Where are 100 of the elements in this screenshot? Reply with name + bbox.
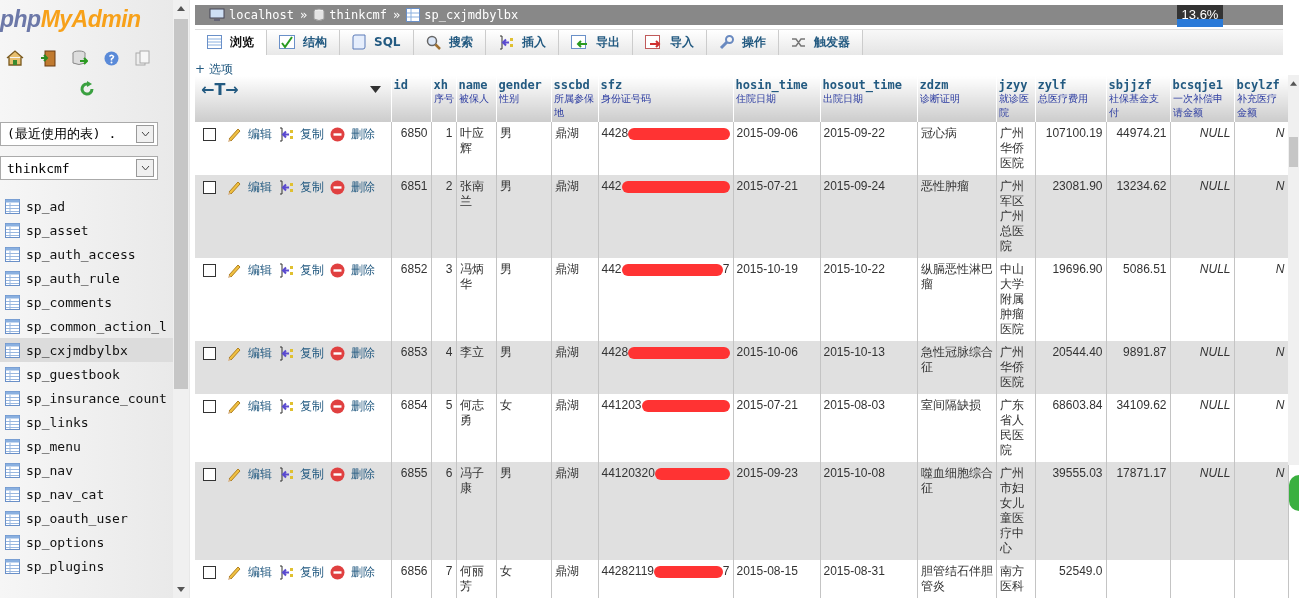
delete-link[interactable]: 删除 [351,345,375,361]
delete-link[interactable]: 删除 [351,564,375,580]
column-header[interactable]: sscbd 所属参保地 [551,76,598,122]
copy-link[interactable]: 复制 [300,466,324,482]
home-icon[interactable] [6,50,24,66]
edit-link[interactable]: 编辑 [248,179,272,195]
tab[interactable]: 导出 [558,29,633,55]
tab[interactable]: 搜索 [413,29,486,55]
row-checkbox[interactable] [203,263,216,277]
table-list-item[interactable]: sp_links [0,410,173,434]
column-header[interactable]: sfz 身份证号码 [598,76,733,122]
scroll-up-icon[interactable] [1290,81,1297,86]
table-cell: 室间隔缺损 [920,398,981,412]
copy-link[interactable]: 复制 [300,398,324,414]
table-cell: 张南兰 [459,179,484,208]
column-header[interactable]: xh 序号 [431,76,456,122]
page-scrollbar[interactable] [1288,75,1299,465]
chevron-down-icon [140,165,150,171]
edit-link[interactable]: 编辑 [248,262,272,278]
copy-link[interactable]: 复制 [300,179,324,195]
column-header[interactable]: hosout_time 出院日期 [820,76,917,122]
scroll-thumb[interactable] [1289,137,1298,167]
structure-icon [279,35,295,50]
row-checkbox[interactable] [203,127,216,141]
table-cell: 441203 [601,398,642,413]
tab[interactable]: 插入 [485,29,559,55]
table-list-item[interactable]: sp_oauth_user [0,506,173,530]
database-dropdown[interactable]: thinkcmf [0,156,158,180]
column-header[interactable]: bcsqje1 一次补偿申请金额 [1170,76,1234,122]
edit-link[interactable]: 编辑 [248,398,272,414]
column-header[interactable]: zdzm 诊断证明 [917,76,996,122]
delete-link[interactable]: 删除 [351,466,375,482]
exit-door-icon[interactable] [40,49,56,67]
table-list-item[interactable]: sp_menu [0,434,173,458]
table-cell: 7 [445,564,453,578]
copy-link[interactable]: 复制 [300,564,324,580]
table-cell: 44282119 [601,564,654,579]
table-list-item[interactable]: sp_nav [0,458,173,482]
delete-link[interactable]: 删除 [351,126,375,142]
table-cell: 纵膈恶性淋巴瘤 [920,262,993,291]
import-icon [644,35,662,50]
table-list-item[interactable]: sp_auth_rule [0,266,173,290]
tab[interactable]: 触发器 [778,29,863,55]
reload-icon[interactable] [78,81,95,97]
column-header[interactable]: hosin_time 住院日期 [733,76,820,122]
column-header[interactable]: jzyy 就诊医院 [996,76,1035,122]
delete-link[interactable]: 删除 [351,262,375,278]
breadcrumb-link[interactable]: localhost [229,7,295,22]
table-list-item[interactable]: sp_auth_access [0,242,173,266]
recent-tables-dropdown[interactable]: (最近使用的表) . [0,122,158,146]
column-header[interactable]: bcylzf 补充医疗金额 [1234,76,1288,122]
edit-link[interactable]: 编辑 [248,345,272,361]
edit-link[interactable]: 编辑 [248,126,272,142]
column-header[interactable]: id [391,76,431,122]
row-checkbox[interactable] [203,467,216,481]
sort-triangle-icon[interactable] [369,86,381,93]
row-checkbox[interactable] [203,346,216,360]
table-cell: 7 [722,564,730,579]
column-header[interactable]: zylf 总医疗费用 [1035,76,1106,122]
help-icon[interactable] [104,50,119,66]
row-checkbox[interactable] [203,565,216,579]
column-header[interactable]: gender 性别 [496,76,551,122]
table-list-item[interactable]: sp_guestbook [0,362,173,386]
tab[interactable]: 结构 [267,29,340,55]
table-list-item[interactable]: sp_options [0,530,173,554]
row-checkbox[interactable] [203,180,216,194]
sidebar-scrollbar[interactable] [173,0,189,598]
table-list-item[interactable]: sp_asset [0,218,173,242]
table-list-item[interactable]: sp_cxjmdbylbx [0,338,173,362]
scroll-thumb[interactable] [174,19,188,389]
delete-link[interactable]: 删除 [351,398,375,414]
column-resize-label[interactable]: ←T→ [201,80,239,99]
options-link[interactable]: + 选项 [195,61,1299,76]
edit-link[interactable]: 编辑 [248,466,272,482]
column-header[interactable]: name 被保人 [456,76,496,122]
phpmyadmin-logo[interactable]: phpMyAdmin [0,0,173,33]
scroll-up-icon[interactable] [177,6,185,11]
scroll-down-icon[interactable] [177,587,185,592]
edit-link[interactable]: 编辑 [248,564,272,580]
database-arrow-icon[interactable] [72,49,88,67]
table-list-item[interactable]: sp_plugins [0,554,173,578]
table-cell: NULL [1199,345,1231,359]
tab[interactable]: 浏览 [195,29,267,55]
breadcrumb-link[interactable]: sp_cxjmdbylbx [424,7,519,22]
table-list-item[interactable]: sp_comments [0,290,173,314]
breadcrumb-link[interactable]: thinkcmf [329,7,388,22]
copy-link[interactable]: 复制 [300,262,324,278]
delete-link[interactable]: 删除 [351,179,375,195]
copy-link[interactable]: 复制 [300,345,324,361]
tab[interactable]: 导入 [632,29,707,55]
table-cell: 恶性肿瘤 [920,179,969,193]
table-list-item[interactable]: sp_common_action_l [0,314,173,338]
tab[interactable]: 操作 [706,29,779,55]
row-checkbox[interactable] [203,399,216,413]
table-list-item[interactable]: sp_nav_cat [0,482,173,506]
tab[interactable]: SQL [340,29,414,55]
table-list-item[interactable]: sp_insurance_count [0,386,173,410]
column-header[interactable]: sbjjzf 社保基金支付 [1106,76,1170,122]
copy-link[interactable]: 复制 [300,126,324,142]
table-list-item[interactable]: sp_ad [0,194,173,218]
